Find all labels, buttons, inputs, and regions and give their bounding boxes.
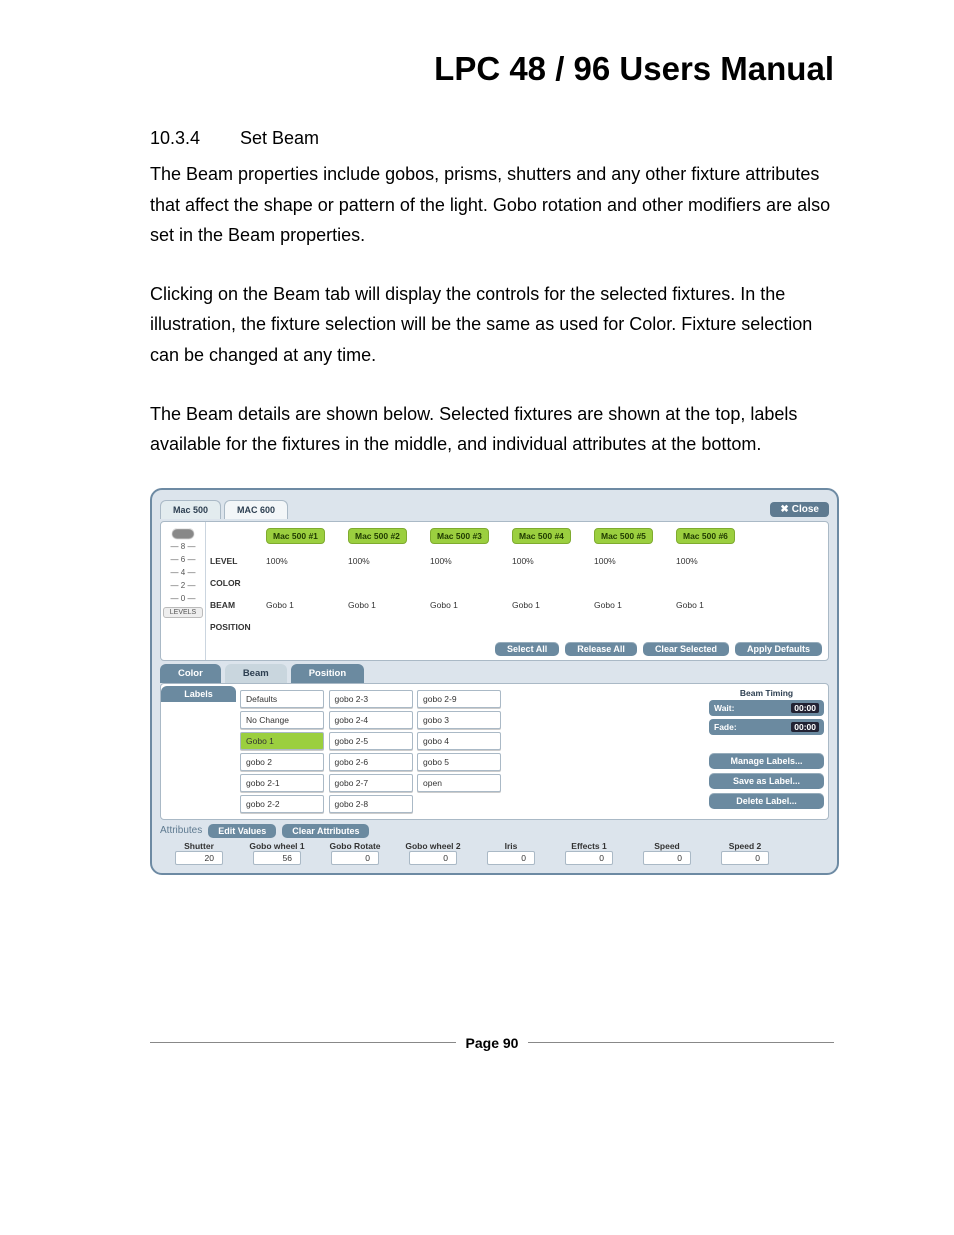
paragraph-2: Clicking on the Beam tab will display th… bbox=[150, 279, 834, 371]
wait-field[interactable]: Wait: 00:00 bbox=[709, 700, 824, 716]
apply-defaults-button[interactable]: Apply Defaults bbox=[735, 642, 822, 656]
beam-value: Gobo 1 bbox=[264, 594, 346, 616]
device-tab-mac500[interactable]: Mac 500 bbox=[160, 500, 221, 519]
label-cell[interactable]: gobo 4 bbox=[417, 732, 501, 750]
label-cell[interactable]: gobo 2-5 bbox=[329, 732, 413, 750]
tab-color[interactable]: Color bbox=[160, 664, 221, 683]
label-cell[interactable]: gobo 2-3 bbox=[329, 690, 413, 708]
manage-labels-button[interactable]: Manage Labels... bbox=[709, 753, 824, 769]
close-button[interactable]: ✖ Close bbox=[770, 502, 829, 517]
levels-slider[interactable]: — 8 — — 6 — — 4 — — 2 — — 0 — LEVELS bbox=[161, 522, 206, 660]
footer-rule bbox=[150, 1042, 456, 1043]
level-value: 100% bbox=[264, 550, 346, 572]
gobo-wheel1-input[interactable]: 56 bbox=[253, 851, 301, 865]
gobo-wheel2-input[interactable]: 0 bbox=[409, 851, 457, 865]
label-cell[interactable]: Defaults bbox=[240, 690, 324, 708]
fixture-header[interactable]: Mac 500 #2 bbox=[348, 528, 407, 544]
level-value: 100% bbox=[346, 550, 428, 572]
wait-value: 00:00 bbox=[791, 703, 819, 713]
label-cell[interactable]: gobo 2-2 bbox=[240, 795, 324, 813]
page-number: Page 90 bbox=[466, 1035, 519, 1051]
row-label-level: LEVEL bbox=[206, 550, 264, 572]
clear-selected-button[interactable]: Clear Selected bbox=[643, 642, 729, 656]
fixture-header[interactable]: Mac 500 #5 bbox=[594, 528, 653, 544]
label-cell[interactable]: gobo 2-7 bbox=[329, 774, 413, 792]
speed-input[interactable]: 0 bbox=[643, 851, 691, 865]
save-as-label-button[interactable]: Save as Label... bbox=[709, 773, 824, 789]
attr-label: Effects 1 bbox=[550, 841, 628, 851]
beam-value: Gobo 1 bbox=[346, 594, 428, 616]
attr-label: Gobo Rotate bbox=[316, 841, 394, 851]
footer-rule bbox=[528, 1042, 834, 1043]
delete-label-button[interactable]: Delete Label... bbox=[709, 793, 824, 809]
paragraph-1: The Beam properties include gobos, prism… bbox=[150, 159, 834, 251]
label-cell[interactable]: gobo 2-4 bbox=[329, 711, 413, 729]
device-tab-mac600[interactable]: MAC 600 bbox=[224, 500, 288, 519]
label-cell[interactable]: gobo 2 bbox=[240, 753, 324, 771]
edit-values-button[interactable]: Edit Values bbox=[208, 824, 276, 838]
beam-value: Gobo 1 bbox=[674, 594, 756, 616]
label-cell[interactable]: No Change bbox=[240, 711, 324, 729]
attr-label: Gobo wheel 2 bbox=[394, 841, 472, 851]
tab-beam[interactable]: Beam bbox=[225, 664, 287, 683]
row-label-beam: BEAM bbox=[206, 594, 264, 616]
beam-value: Gobo 1 bbox=[428, 594, 510, 616]
level-value: 100% bbox=[674, 550, 756, 572]
screenshot-panel: Mac 500 MAC 600 ✖ Close — 8 — — 6 — — 4 … bbox=[150, 488, 839, 875]
label-cell[interactable]: gobo 3 bbox=[417, 711, 501, 729]
label-cell[interactable]: gobo 5 bbox=[417, 753, 501, 771]
gobo-rotate-input[interactable]: 0 bbox=[331, 851, 379, 865]
label-cell[interactable]: gobo 2-9 bbox=[417, 690, 501, 708]
fade-value: 00:00 bbox=[791, 722, 819, 732]
clear-attributes-button[interactable]: Clear Attributes bbox=[282, 824, 369, 838]
section-number: 10.3.4 bbox=[150, 128, 235, 149]
attributes-title: Attributes bbox=[160, 825, 202, 836]
attr-label: Iris bbox=[472, 841, 550, 851]
label-cell[interactable]: open bbox=[417, 774, 501, 792]
level-value: 100% bbox=[510, 550, 592, 572]
row-label-color: COLOR bbox=[206, 572, 264, 594]
iris-input[interactable]: 0 bbox=[487, 851, 535, 865]
effects1-input[interactable]: 0 bbox=[565, 851, 613, 865]
beam-value: Gobo 1 bbox=[592, 594, 674, 616]
attr-label: Speed bbox=[628, 841, 706, 851]
labels-tab[interactable]: Labels bbox=[161, 686, 236, 702]
slider-handle-icon[interactable] bbox=[172, 528, 194, 538]
attr-label: Speed 2 bbox=[706, 841, 784, 851]
fixture-header[interactable]: Mac 500 #3 bbox=[430, 528, 489, 544]
shutter-input[interactable]: 20 bbox=[175, 851, 223, 865]
label-cell[interactable]: gobo 2-8 bbox=[329, 795, 413, 813]
doc-title: LPC 48 / 96 Users Manual bbox=[150, 50, 834, 88]
fixture-header[interactable]: Mac 500 #1 bbox=[266, 528, 325, 544]
level-value: 100% bbox=[428, 550, 510, 572]
beam-timing-title: Beam Timing bbox=[709, 688, 824, 698]
label-cell[interactable]: gobo 2-1 bbox=[240, 774, 324, 792]
section-heading: 10.3.4 Set Beam bbox=[150, 128, 834, 149]
tab-position[interactable]: Position bbox=[291, 664, 364, 683]
speed2-input[interactable]: 0 bbox=[721, 851, 769, 865]
paragraph-3: The Beam details are shown below. Select… bbox=[150, 399, 834, 460]
level-value: 100% bbox=[592, 550, 674, 572]
release-all-button[interactable]: Release All bbox=[565, 642, 637, 656]
label-cell[interactable]: gobo 2-6 bbox=[329, 753, 413, 771]
beam-value: Gobo 1 bbox=[510, 594, 592, 616]
fixture-header[interactable]: Mac 500 #4 bbox=[512, 528, 571, 544]
levels-button[interactable]: LEVELS bbox=[163, 607, 203, 618]
section-title: Set Beam bbox=[240, 128, 319, 148]
label-cell-selected[interactable]: Gobo 1 bbox=[240, 732, 324, 750]
fade-field[interactable]: Fade: 00:00 bbox=[709, 719, 824, 735]
row-label-position: POSITION bbox=[206, 616, 264, 638]
attr-label: Gobo wheel 1 bbox=[238, 841, 316, 851]
close-icon: ✖ bbox=[780, 504, 788, 515]
fixture-header[interactable]: Mac 500 #6 bbox=[676, 528, 735, 544]
select-all-button[interactable]: Select All bbox=[495, 642, 559, 656]
attr-label: Shutter bbox=[160, 841, 238, 851]
